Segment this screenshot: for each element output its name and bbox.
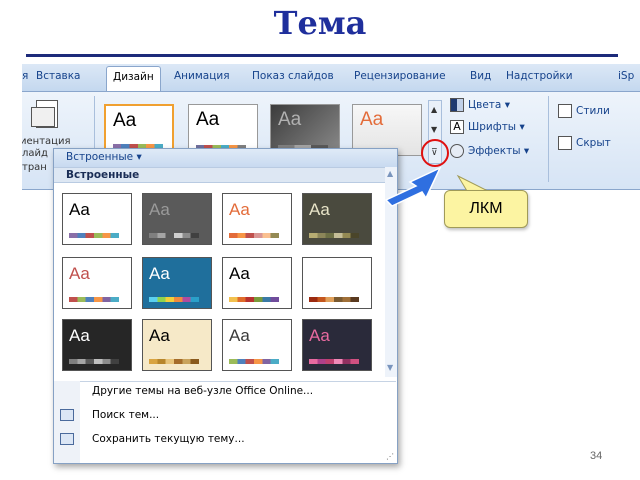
blue-arrow-icon xyxy=(384,166,442,207)
arrow-annotation xyxy=(384,166,488,207)
page-number: 34 xyxy=(590,450,603,462)
gallery-more-icon[interactable]: ⊽ xyxy=(431,148,438,158)
callout-box: ЛКМ xyxy=(444,190,528,228)
